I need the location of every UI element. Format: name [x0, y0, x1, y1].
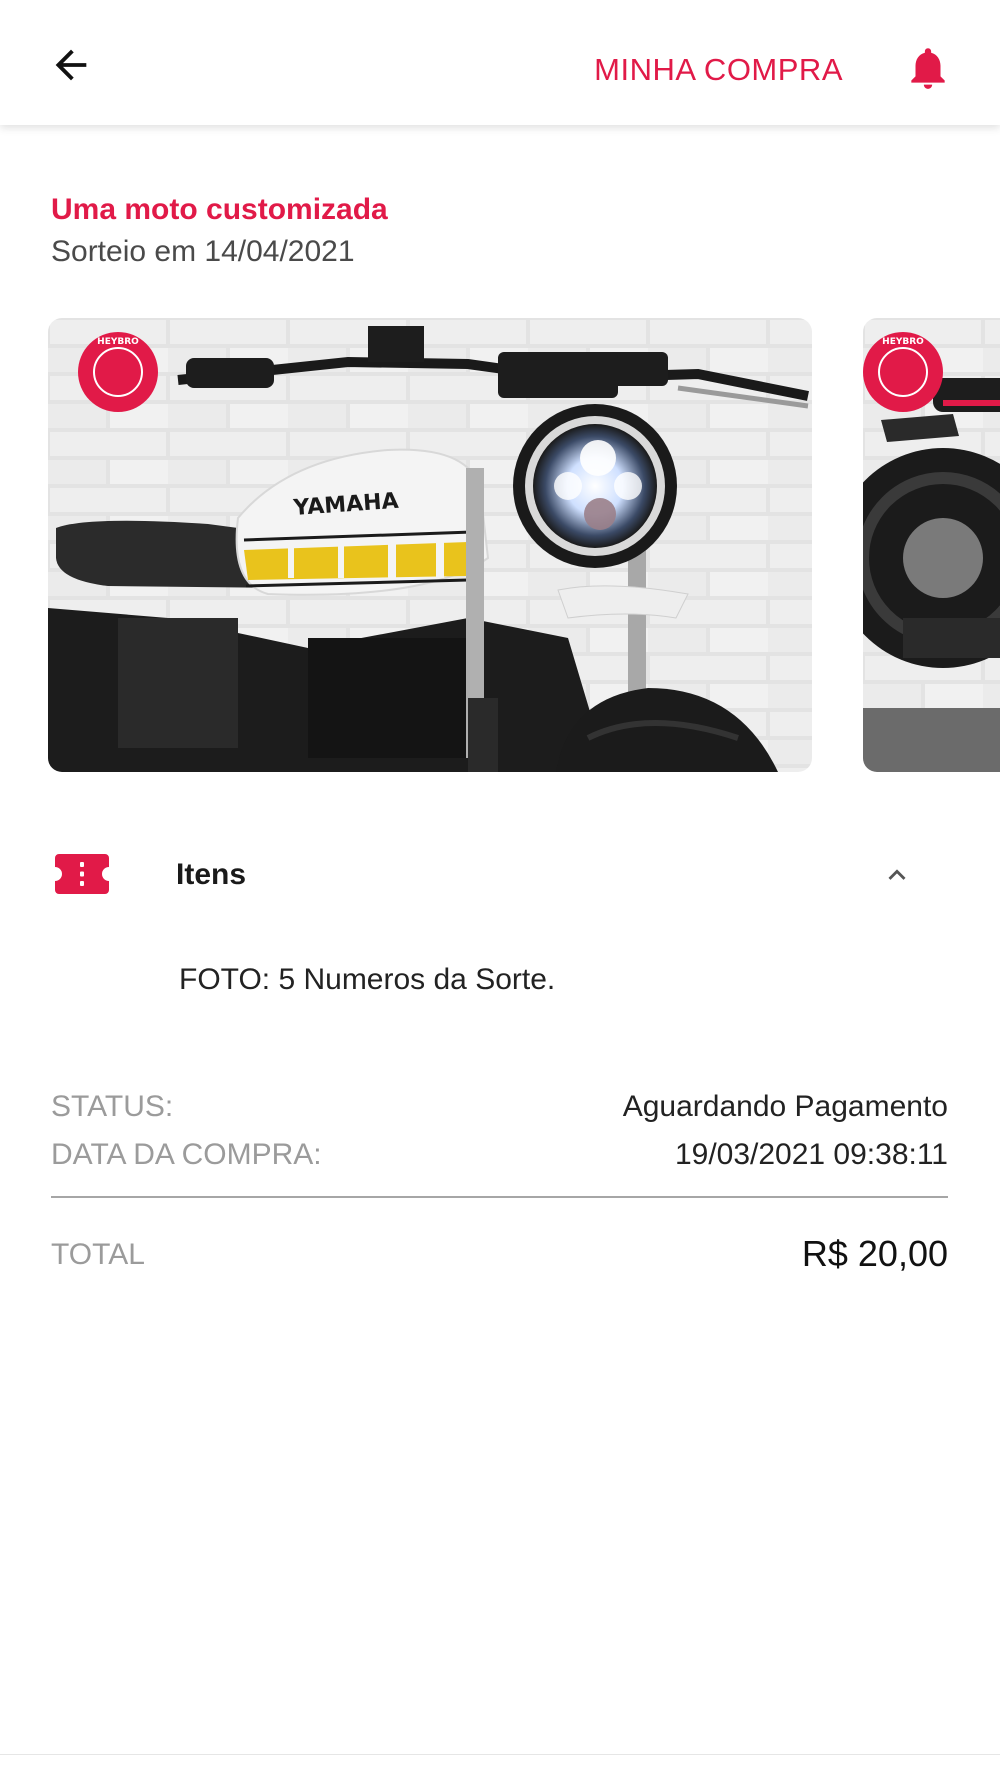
arrow-left-icon: [55, 49, 87, 81]
raffle-draw-date: Sorteio em 14/04/2021: [51, 235, 355, 268]
notifications-button[interactable]: [898, 38, 958, 98]
total-value: R$ 20,00: [801, 1233, 948, 1274]
image-carousel[interactable]: YAMAHA HEYBRO HEYBRO: [0, 318, 1000, 772]
motorcycle-photo: HEYBRO: [863, 318, 1000, 772]
purchase-date-value: 19/03/2021 09:38:11: [674, 1138, 948, 1171]
back-button[interactable]: [38, 32, 104, 98]
badge-text: HEYBRO: [97, 337, 139, 347]
purchase-date-label: DATA DA COMPRA:: [51, 1138, 322, 1171]
carousel-slide[interactable]: YAMAHA HEYBRO: [48, 318, 812, 772]
motorcycle-photo: YAMAHA HEYBRO: [48, 318, 812, 772]
bell-icon: [911, 48, 945, 89]
ticket-icon: [55, 854, 109, 894]
raffle-title: Uma moto customizada: [51, 193, 388, 226]
page-title: MINHA COMPRA: [594, 52, 843, 87]
bottom-divider: [0, 1754, 1000, 1755]
item-entry: FOTO: 5 Numeros da Sorte.: [179, 963, 556, 996]
items-accordion-header[interactable]: Itens: [0, 842, 1000, 908]
purchase-detail-screen: MINHA COMPRA Uma moto customizada Sortei…: [0, 0, 1000, 1778]
status-value: Aguardando Pagamento: [622, 1090, 948, 1123]
chevron-up-icon[interactable]: [880, 858, 914, 892]
total-label: TOTAL: [51, 1238, 145, 1271]
divider: [51, 1196, 948, 1198]
status-label: STATUS:: [51, 1090, 174, 1123]
items-label: Itens: [176, 858, 247, 891]
app-header: MINHA COMPRA: [0, 0, 1000, 125]
badge-text: HEYBRO: [882, 337, 924, 347]
carousel-slide[interactable]: HEYBRO: [863, 318, 1000, 772]
